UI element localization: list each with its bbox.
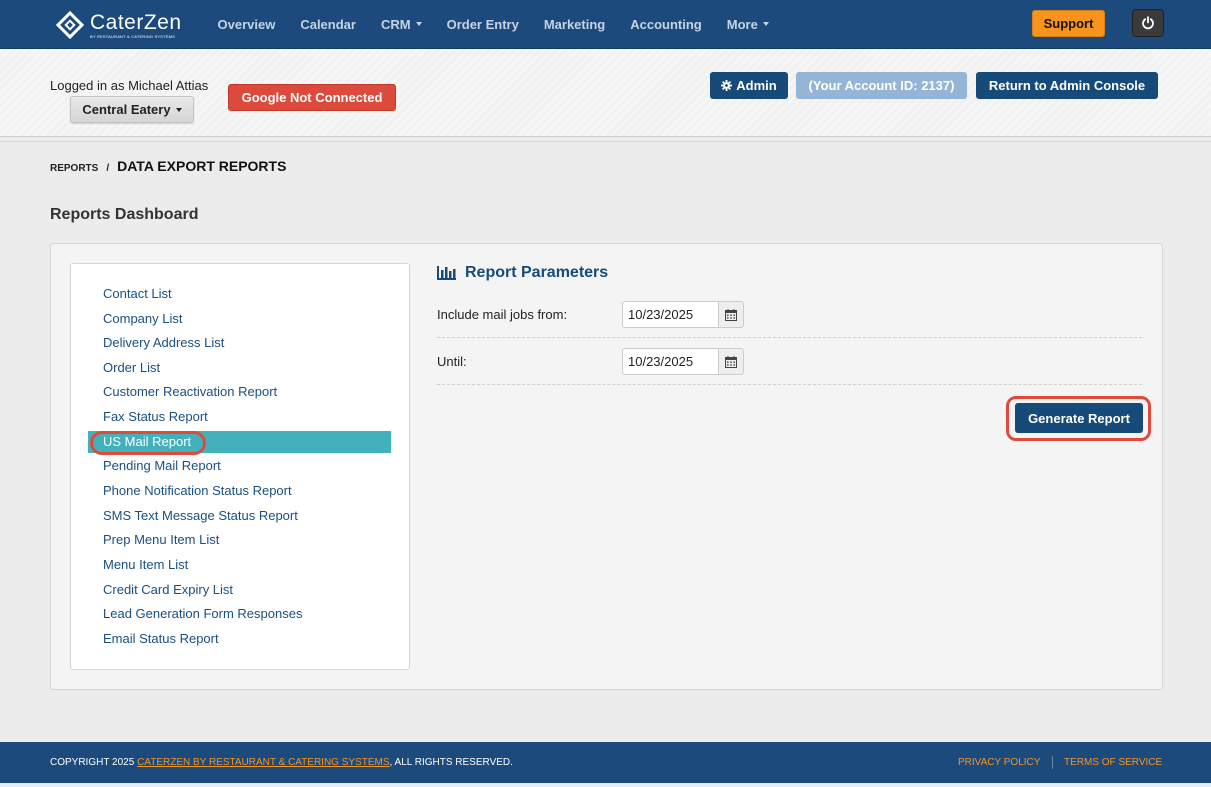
footer-link-divider (1052, 756, 1053, 769)
generate-report-button[interactable]: Generate Report (1015, 403, 1143, 433)
report-item-order-list[interactable]: Order List (103, 360, 160, 375)
caret-down-icon (762, 22, 769, 26)
calendar-icon (725, 308, 737, 321)
gear-icon (721, 80, 733, 91)
report-parameters-title: Report Parameters (465, 264, 609, 281)
bar-chart-icon (437, 266, 456, 280)
report-item-fax-status[interactable]: Fax Status Report (103, 409, 208, 424)
main-menu: Overview Calendar CRM Order Entry Market… (205, 0, 781, 48)
report-item-company-list[interactable]: Company List (103, 311, 182, 326)
report-item-contact-list[interactable]: Contact List (103, 286, 172, 301)
privacy-policy-link[interactable]: PRIVACY POLICY (958, 757, 1040, 768)
copyright-suffix: , ALL RIGHTS RESERVED. (389, 757, 513, 768)
report-item-menu-item-list[interactable]: Menu Item List (103, 557, 188, 572)
nav-accounting-label: Accounting (630, 16, 702, 32)
nav-marketing[interactable]: Marketing (531, 17, 617, 32)
top-navbar: CaterZen BY RESTAURANT & CATERING SYSTEM… (0, 0, 1211, 49)
location-dropdown[interactable]: Central Eatery (70, 96, 194, 123)
breadcrumb-separator: / (106, 163, 110, 174)
account-id-button[interactable]: (Your Account ID: 2137) (796, 72, 967, 99)
nav-crm-label: CRM (380, 16, 411, 32)
caret-down-icon (415, 22, 422, 26)
param-divider (437, 384, 1142, 385)
caret-down-icon (175, 107, 182, 112)
report-parameters-heading: Report Parameters (437, 264, 608, 282)
until-date-group (622, 348, 744, 375)
power-icon (1142, 16, 1154, 30)
calendar-icon (725, 355, 737, 368)
nav-accounting[interactable]: Accounting (618, 17, 715, 32)
breadcrumb-reports[interactable]: REPORTS (50, 163, 98, 174)
breadcrumb-current: DATA EXPORT REPORTS (117, 158, 287, 174)
report-item-pending-mail[interactable]: Pending Mail Report (103, 458, 221, 473)
until-date-label: Until: (437, 354, 467, 369)
nav-order-entry-label: Order Entry (446, 16, 519, 32)
nav-overview-label: Overview (217, 16, 276, 32)
report-item-credit-card-expiry[interactable]: Credit Card Expiry List (103, 582, 233, 597)
nav-order-entry[interactable]: Order Entry (434, 17, 531, 32)
page-title: Reports Dashboard (50, 206, 199, 223)
nav-calendar[interactable]: Calendar (288, 17, 369, 32)
caterzen-logo-icon (55, 10, 85, 40)
report-item-customer-reactivation[interactable]: Customer Reactivation Report (103, 384, 277, 399)
until-date-picker-button[interactable] (718, 348, 744, 375)
nav-overview[interactable]: Overview (205, 17, 288, 32)
report-item-phone-notification[interactable]: Phone Notification Status Report (103, 483, 292, 498)
breadcrumb: REPORTS / DATA EXPORT REPORTS (50, 158, 286, 174)
google-status-button[interactable]: Google Not Connected (228, 84, 396, 111)
copyright-link[interactable]: CATERZEN BY RESTAURANT & CATERING SYSTEM… (137, 757, 389, 768)
header-divider (0, 141, 1211, 142)
report-item-lead-generation[interactable]: Lead Generation Form Responses (103, 606, 302, 621)
report-item-prep-menu-item-list[interactable]: Prep Menu Item List (103, 532, 219, 547)
location-label: Central Eatery (82, 102, 171, 117)
return-admin-console-button[interactable]: Return to Admin Console (976, 72, 1158, 99)
nav-more[interactable]: More (714, 17, 781, 32)
copyright-prefix: COPYRIGHT 2025 (50, 757, 135, 768)
from-date-label: Include mail jobs from: (437, 307, 568, 322)
nav-more-label: More (726, 16, 758, 32)
from-date-group (622, 301, 744, 328)
param-divider (437, 337, 1142, 338)
report-item-delivery-address-list[interactable]: Delivery Address List (103, 335, 224, 350)
until-date-input[interactable] (622, 348, 718, 375)
nav-marketing-label: Marketing (543, 16, 606, 32)
us-mail-highlight-annotation (90, 431, 206, 455)
from-date-picker-button[interactable] (718, 301, 744, 328)
caterzen-logo[interactable]: CaterZen BY RESTAURANT & CATERING SYSTEM… (55, 9, 182, 41)
admin-label: Admin (736, 78, 777, 93)
report-item-email-status[interactable]: Email Status Report (103, 631, 219, 646)
brand-sub: BY RESTAURANT & CATERING SYSTEMS (90, 33, 176, 39)
report-item-sms-text-status[interactable]: SMS Text Message Status Report (103, 508, 298, 523)
admin-button[interactable]: Admin (710, 72, 788, 99)
copyright-text: COPYRIGHT 2025 CATERZEN BY RESTAURANT & … (50, 757, 513, 768)
nav-crm[interactable]: CRM (368, 17, 434, 32)
nav-calendar-label: Calendar (300, 16, 356, 32)
logged-in-text: Logged in as Michael Attias (50, 78, 209, 93)
from-date-input[interactable] (622, 301, 718, 328)
footer-bottom-strip (0, 783, 1211, 787)
logout-button[interactable] (1132, 9, 1164, 37)
support-button[interactable]: Support (1032, 10, 1105, 37)
terms-of-service-link[interactable]: TERMS OF SERVICE (1064, 757, 1162, 768)
brand-name: CaterZen (90, 10, 182, 34)
